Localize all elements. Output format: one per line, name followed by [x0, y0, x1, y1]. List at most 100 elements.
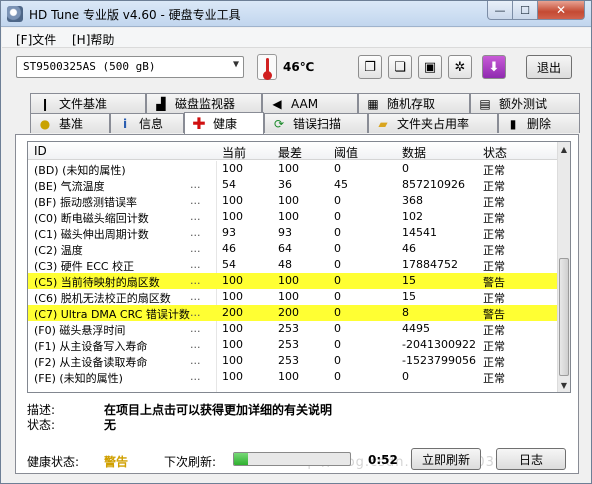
table-row[interactable]: (C5) 当前待映射的扇区数... 100 100 0 15 警告 [28, 273, 558, 289]
tab-file-benchmark[interactable]: ❙ 文件基准 [30, 93, 146, 113]
smart-attribute-table[interactable]: ID 当前 最差 阈值 数据 状态 (BD) (未知的属性) 100 100 0 0 正常… [27, 141, 571, 393]
health-cross-icon: ✚ [192, 114, 206, 133]
minimize-button[interactable]: — [487, 1, 513, 20]
cell-threshold: 0 [334, 242, 341, 255]
cell-worst: 100 [278, 274, 299, 287]
cell-id: (F1) 从主设备写入寿命 [34, 340, 148, 353]
menu-help[interactable]: [H]帮助 [72, 31, 114, 48]
cell-current: 100 [222, 338, 243, 351]
log-button[interactable]: 日志 [496, 448, 566, 470]
tab-label: 信息 [139, 117, 164, 131]
tab-extra-tests[interactable]: ▤ 额外测试 [470, 93, 580, 113]
cell-current: 100 [222, 274, 243, 287]
cell-id: (BE) 气流温度 [34, 180, 105, 193]
cell-worst: 100 [278, 290, 299, 303]
header-data[interactable]: 数据 [402, 144, 426, 161]
cell-ellipsis: ... [190, 322, 201, 335]
header-worst[interactable]: 最差 [278, 144, 302, 161]
drive-select-value: ST9500325AS (500 gB) [23, 60, 156, 73]
options-button[interactable]: ✲ [448, 55, 472, 79]
table-row[interactable]: (C3) 硬件 ECC 校正... 54 48 0 17884752 正常 [28, 257, 558, 273]
cell-ellipsis: ... [190, 194, 201, 207]
cell-ellipsis: ... [190, 290, 201, 303]
cell-threshold: 0 [334, 338, 341, 351]
scrollbar-thumb[interactable] [559, 258, 569, 376]
title-bar[interactable]: HD Tune 专业版 v4.60 - 硬盘专业工具 — ☐ ✕ [1, 1, 591, 27]
cell-worst: 36 [278, 178, 292, 191]
cell-worst: 100 [278, 194, 299, 207]
cell-data: 102 [402, 210, 423, 223]
header-current[interactable]: 当前 [222, 144, 246, 161]
header-threshold[interactable]: 阈值 [334, 144, 358, 161]
extra-tests-icon: ▤ [479, 96, 491, 111]
copy-text-button[interactable]: ❐ [358, 55, 382, 79]
cell-worst: 253 [278, 338, 299, 351]
lightbulb-icon: ● [39, 116, 51, 131]
drive-select[interactable]: ST9500325AS (500 gB) ▼ [16, 56, 244, 78]
cell-ellipsis: ... [190, 210, 201, 223]
table-body: (BD) (未知的属性) 100 100 0 0 正常 (BE) 气流温度... 54 36 45… [28, 161, 558, 385]
scroll-up-icon[interactable]: ▲ [558, 142, 570, 156]
cell-status: 正常 [483, 196, 505, 209]
tab-aam[interactable]: ◀ AAM [262, 93, 358, 113]
exit-button[interactable]: 退出 [526, 55, 572, 79]
cell-id: (C1) 磁头伸出周期计数 [34, 228, 149, 241]
cell-status: 正常 [483, 180, 505, 193]
menu-file[interactable]: [F]文件 [16, 31, 56, 48]
table-row[interactable]: (F0) 磁头悬浮时间... 100 253 0 4495 正常 [28, 321, 558, 337]
cell-threshold: 0 [334, 226, 341, 239]
table-header: ID 当前 最差 阈值 数据 状态 [28, 142, 558, 160]
scroll-down-icon[interactable]: ▼ [558, 378, 570, 392]
cell-current: 100 [222, 210, 243, 223]
table-row[interactable]: (F2) 从主设备读取寿命... 100 253 0 -1523799056 正常 [28, 353, 558, 369]
tab-info[interactable]: i 信息 [110, 113, 184, 133]
tab-error-scan[interactable]: ⟳ 错误扫描 [264, 113, 368, 133]
table-row[interactable]: (C7) Ultra DMA CRC 错误计数... 200 200 0 8 警告 [28, 305, 558, 321]
table-row[interactable]: (C1) 磁头伸出周期计数... 93 93 0 14541 正常 [28, 225, 558, 241]
table-row[interactable]: (C0) 断电磁头缩回计数... 100 100 0 102 正常 [28, 209, 558, 225]
table-row[interactable]: (BD) (未知的属性) 100 100 0 0 正常 [28, 161, 558, 177]
table-row[interactable]: (C6) 脱机无法校正的扇区数... 100 100 0 15 正常 [28, 289, 558, 305]
thermometer-icon [257, 54, 277, 80]
cell-worst: 100 [278, 370, 299, 383]
cell-id: (C0) 断电磁头缩回计数 [34, 212, 149, 225]
copy-image-icon: ❏ [394, 59, 406, 75]
refresh-now-button[interactable]: 立即刷新 [411, 448, 481, 470]
cell-data: 17884752 [402, 258, 458, 271]
table-row[interactable]: (BF) 振动感测错误率... 100 100 0 368 正常 [28, 193, 558, 209]
cell-current: 100 [222, 290, 243, 303]
tab-label: 磁盘监视器 [175, 97, 236, 111]
table-row[interactable]: (FE) (未知的属性)... 100 100 0 0 正常 [28, 369, 558, 385]
cell-worst: 64 [278, 242, 292, 255]
header-status[interactable]: 状态 [483, 144, 507, 161]
copy-screenshot-button[interactable]: ❏ [388, 55, 412, 79]
table-row[interactable]: (F1) 从主设备写入寿命... 100 253 0 -2041300922 正常 [28, 337, 558, 353]
table-row[interactable]: (C2) 温度... 46 64 0 46 正常 [28, 241, 558, 257]
cell-threshold: 0 [334, 210, 341, 223]
header-id[interactable]: ID [34, 144, 47, 158]
save-button[interactable]: ▣ [418, 55, 442, 79]
vertical-scrollbar[interactable]: ▲ ▼ [557, 142, 570, 392]
tab-disk-monitor[interactable]: ▟ 磁盘监视器 [146, 93, 262, 113]
tab-benchmark[interactable]: ● 基准 [30, 113, 110, 133]
tab-health[interactable]: ✚ 健康 [184, 112, 264, 134]
maximize-button[interactable]: ☐ [512, 1, 538, 20]
tab-folder-usage[interactable]: ▰ 文件夹占用率 [368, 113, 498, 133]
cell-data: 14541 [402, 226, 437, 239]
cell-status: 正常 [483, 324, 505, 337]
download-button[interactable]: ⬇ [482, 55, 506, 79]
table-row[interactable]: (BE) 气流温度... 54 36 45 857210926 正常 [28, 177, 558, 193]
tab-erase[interactable]: ▮ 删除 [498, 113, 580, 133]
close-button[interactable]: ✕ [537, 1, 585, 20]
cell-worst: 93 [278, 226, 292, 239]
disk-monitor-icon: ▟ [156, 96, 166, 111]
cell-status: 警告 [483, 276, 505, 289]
cell-ellipsis: ... [190, 338, 201, 351]
random-access-icon: ▦ [367, 96, 379, 111]
cell-id: (C3) 硬件 ECC 校正 [34, 260, 135, 273]
tab-random-access[interactable]: ▦ 随机存取 [358, 93, 470, 113]
cell-threshold: 0 [334, 290, 341, 303]
cell-threshold: 0 [334, 354, 341, 367]
folder-icon: ▰ [378, 116, 388, 131]
cell-threshold: 0 [334, 258, 341, 271]
